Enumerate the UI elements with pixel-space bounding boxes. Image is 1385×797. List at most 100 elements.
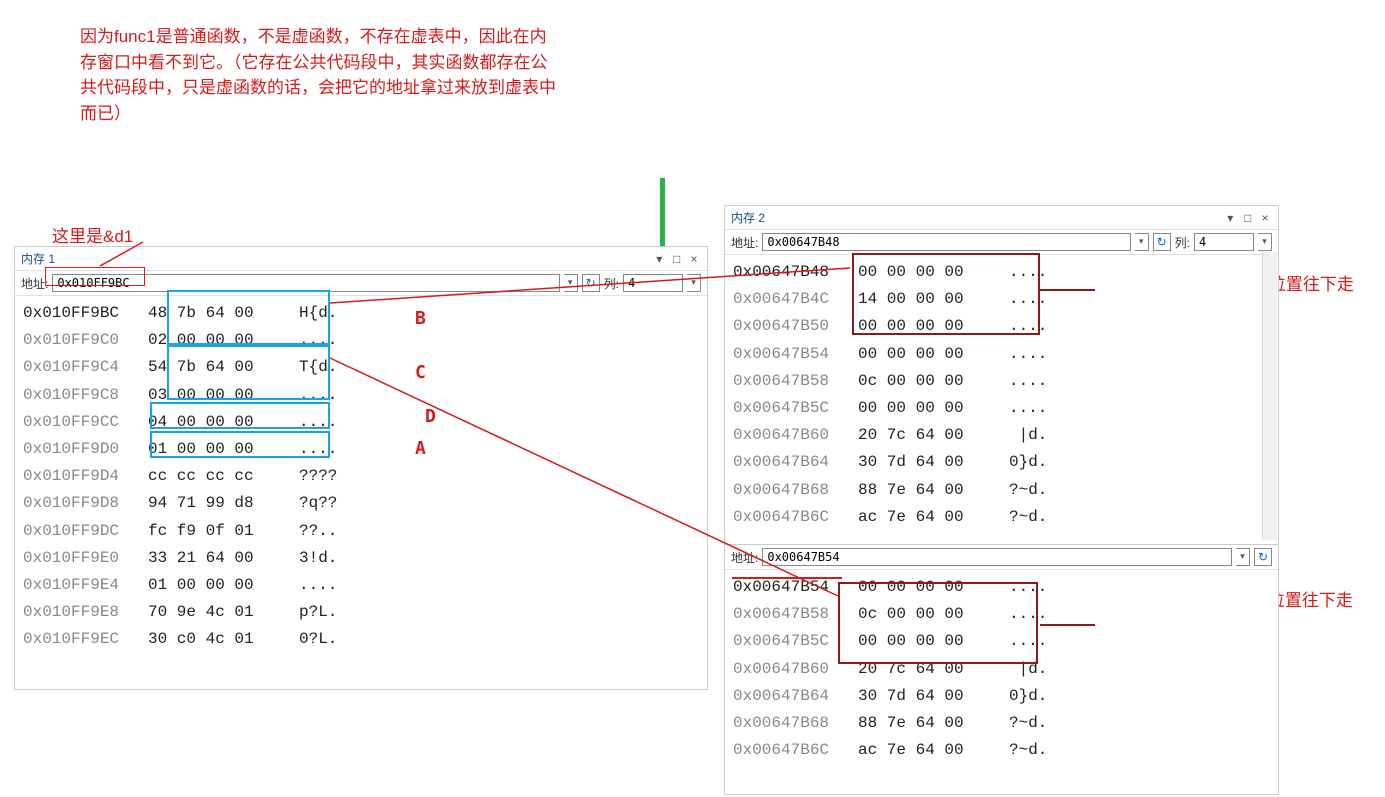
label-D: D — [425, 406, 436, 427]
memory-hex: 00 00 00 00 — [848, 574, 1003, 601]
memory-address: 0x010FF9C8 — [23, 382, 138, 409]
memory-address: 0x00647B4C — [733, 286, 848, 313]
panel2-refresh2-icon[interactable]: ↻ — [1254, 548, 1272, 566]
memory-hex: cc cc cc cc — [138, 463, 293, 490]
memory-row[interactable]: 0x010FF9E870 9e 4c 01p?L. — [23, 599, 699, 626]
memory-address: 0x00647B50 — [733, 313, 848, 340]
memory-row[interactable]: 0x00647B6888 7e 64 00?~d. — [733, 710, 1270, 737]
memory-address: 0x00647B58 — [733, 601, 848, 628]
memory-address: 0x010FF9EC — [23, 626, 138, 653]
memory-row[interactable]: 0x00647B5C00 00 00 00.... — [733, 628, 1270, 655]
panel1-addr-label: 地址: — [21, 275, 48, 292]
panel1-addr-dropdown-icon[interactable]: ▾ — [564, 274, 578, 292]
memory-hex: 03 00 00 00 — [138, 382, 293, 409]
panel1-refresh-icon[interactable]: ↻ — [582, 274, 600, 292]
memory-row[interactable]: 0x010FF9D001 00 00 00.... — [23, 436, 699, 463]
memory-ascii: T{d. — [293, 354, 363, 381]
memory-row[interactable]: 0x010FF9C803 00 00 00.... — [23, 382, 699, 409]
memory-row[interactable]: 0x00647B6430 7d 64 000}d. — [733, 683, 1270, 710]
memory-address: 0x010FF9CC — [23, 409, 138, 436]
panel2-menu-icon[interactable]: ▾ — [1223, 211, 1237, 225]
memory-ascii: .... — [1003, 368, 1073, 395]
memory-hex: 30 c0 4c 01 — [138, 626, 293, 653]
memory-row[interactable]: 0x010FF9C454 7b 64 00T{d. — [23, 354, 699, 381]
memory-address: 0x010FF9D0 — [23, 436, 138, 463]
memory-address: 0x010FF9BC — [23, 300, 138, 327]
memory-ascii: 0}d. — [1003, 683, 1073, 710]
panel2-memory-body-bot: 0x00647B5400 00 00 00....0x00647B580c 00… — [725, 570, 1278, 768]
memory-hex: 94 71 99 d8 — [138, 490, 293, 517]
panel2-addr-dropdown-icon[interactable]: ▾ — [1135, 233, 1149, 251]
memory-ascii: 3!d. — [293, 545, 363, 572]
memory-row[interactable]: 0x010FF9C002 00 00 00.... — [23, 327, 699, 354]
memory-address: 0x010FF9E0 — [23, 545, 138, 572]
memory-row[interactable]: 0x00647B6Cac 7e 64 00?~d. — [733, 504, 1270, 531]
panel2-memory-body-top: 0x00647B4800 00 00 00....0x00647B4C14 00… — [725, 255, 1278, 545]
memory-panel-2: 内存 2 ▾ □ × 地址: ▾ ↻ 列: ▾ 0x00647B4800 00 … — [724, 205, 1279, 795]
memory-row[interactable]: 0x00647B5000 00 00 00.... — [733, 313, 1270, 340]
panel2-popout-icon[interactable]: □ — [1241, 211, 1255, 225]
memory-ascii: ?~d. — [1003, 504, 1073, 531]
memory-row[interactable]: 0x00647B4800 00 00 00.... — [733, 259, 1270, 286]
memory-row[interactable]: 0x00647B5400 00 00 00.... — [733, 341, 1270, 368]
memory-row[interactable]: 0x010FF9BC48 7b 64 00H{d. — [23, 300, 699, 327]
memory-panel-1: 内存 1 ▾ □ × 地址: ▾ ↻ 列: ▾ 0x010FF9BC48 7b … — [14, 246, 708, 690]
panel2-addr2-dropdown-icon[interactable]: ▾ — [1236, 548, 1250, 566]
memory-row[interactable]: 0x00647B6020 7c 64 00 |d. — [733, 422, 1270, 449]
memory-row[interactable]: 0x010FF9EC30 c0 4c 010?L. — [23, 626, 699, 653]
panel1-popout-icon[interactable]: □ — [670, 252, 684, 266]
panel1-cols-dropdown-icon[interactable]: ▾ — [687, 274, 701, 292]
memory-hex: 00 00 00 00 — [848, 313, 1003, 340]
memory-address: 0x00647B5C — [733, 628, 848, 655]
memory-ascii: ?~d. — [1003, 737, 1073, 764]
memory-row[interactable]: 0x010FF9E033 21 64 003!d. — [23, 545, 699, 572]
memory-ascii: .... — [293, 382, 363, 409]
panel2-addr2-input[interactable] — [762, 548, 1232, 566]
panel1-close-icon[interactable]: × — [687, 252, 701, 266]
memory-ascii: p?L. — [293, 599, 363, 626]
memory-address: 0x00647B6C — [733, 737, 848, 764]
memory-ascii: ??.. — [293, 518, 363, 545]
memory-hex: 04 00 00 00 — [138, 409, 293, 436]
memory-row[interactable]: 0x00647B6888 7e 64 00?~d. — [733, 477, 1270, 504]
memory-row[interactable]: 0x010FF9DCfc f9 0f 01??.. — [23, 518, 699, 545]
memory-row[interactable]: 0x010FF9D4cc cc cc cc???? — [23, 463, 699, 490]
memory-ascii: .... — [293, 327, 363, 354]
panel1-cols-input[interactable] — [623, 274, 683, 292]
panel2-close-icon[interactable]: × — [1258, 211, 1272, 225]
panel2-cols-label: 列: — [1175, 234, 1190, 251]
memory-hex: 88 7e 64 00 — [848, 477, 1003, 504]
memory-row[interactable]: 0x00647B6Cac 7e 64 00?~d. — [733, 737, 1270, 764]
memory-address: 0x00647B68 — [733, 710, 848, 737]
memory-hex: 00 00 00 00 — [848, 259, 1003, 286]
panel2-cols-dropdown-icon[interactable]: ▾ — [1258, 233, 1272, 251]
panel2-cols-input[interactable] — [1194, 233, 1254, 251]
memory-hex: 02 00 00 00 — [138, 327, 293, 354]
memory-hex: 30 7d 64 00 — [848, 449, 1003, 476]
panel1-addr-input[interactable] — [52, 274, 559, 292]
panel2-refresh-icon[interactable]: ↻ — [1153, 233, 1171, 251]
note-func1: 因为func1是普通函数，不是虚函数，不存在虚表中，因此在内存窗口中看不到它。（… — [80, 24, 560, 126]
memory-hex: 01 00 00 00 — [138, 572, 293, 599]
panel1-menu-icon[interactable]: ▾ — [652, 252, 666, 266]
panel2-scrollbar-top[interactable] — [1262, 252, 1277, 540]
memory-row[interactable]: 0x010FF9D894 71 99 d8?q?? — [23, 490, 699, 517]
memory-address: 0x010FF9D8 — [23, 490, 138, 517]
memory-address: 0x00647B60 — [733, 656, 848, 683]
panel2-addr-input[interactable] — [762, 233, 1130, 251]
panel1-addr-bar: 地址: ▾ ↻ 列: ▾ — [15, 271, 707, 296]
memory-row[interactable]: 0x00647B5C00 00 00 00.... — [733, 395, 1270, 422]
memory-ascii: .... — [1003, 313, 1073, 340]
memory-row[interactable]: 0x010FF9CC04 00 00 00.... — [23, 409, 699, 436]
memory-row[interactable]: 0x010FF9E401 00 00 00.... — [23, 572, 699, 599]
memory-row[interactable]: 0x00647B6020 7c 64 00 |d. — [733, 656, 1270, 683]
memory-hex: 0c 00 00 00 — [848, 368, 1003, 395]
memory-hex: ac 7e 64 00 — [848, 504, 1003, 531]
memory-row[interactable]: 0x00647B580c 00 00 00.... — [733, 601, 1270, 628]
memory-ascii: |d. — [1003, 422, 1073, 449]
memory-hex: 00 00 00 00 — [848, 628, 1003, 655]
memory-row[interactable]: 0x00647B4C14 00 00 00.... — [733, 286, 1270, 313]
memory-row[interactable]: 0x00647B6430 7d 64 000}d. — [733, 449, 1270, 476]
memory-ascii: .... — [1003, 341, 1073, 368]
memory-row[interactable]: 0x00647B580c 00 00 00.... — [733, 368, 1270, 395]
